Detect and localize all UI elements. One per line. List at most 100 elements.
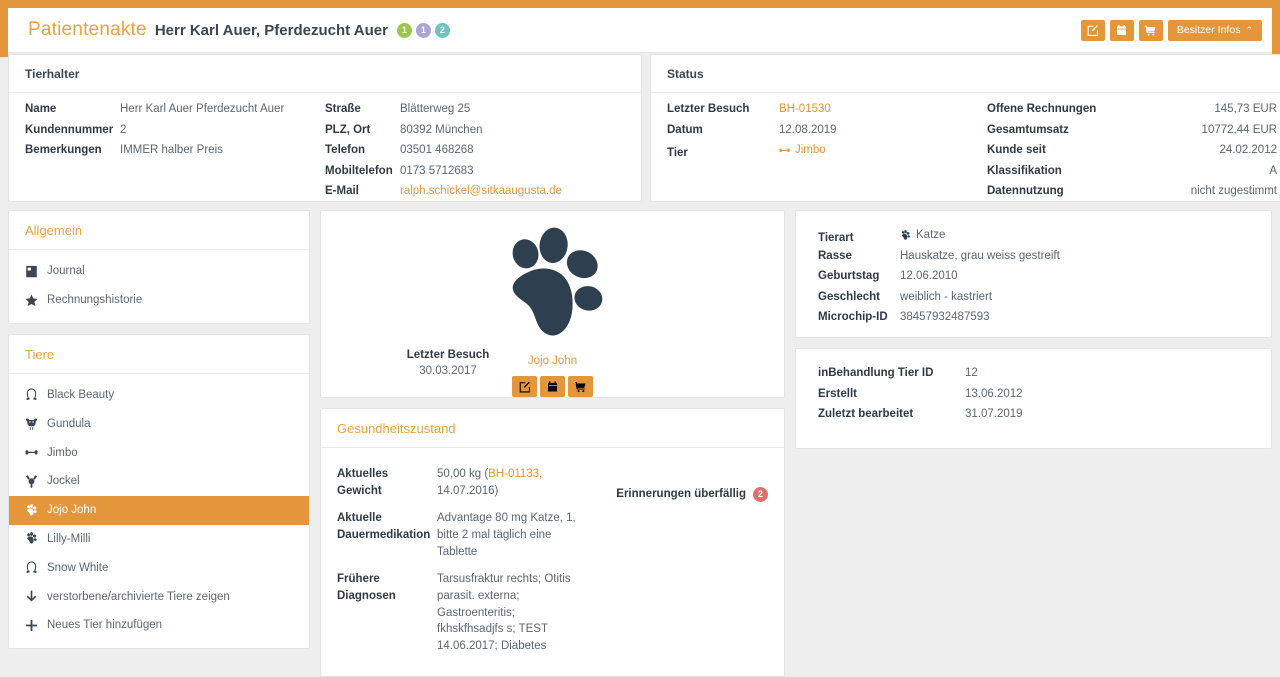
sidebar-item-jimbo[interactable]: Jimbo bbox=[9, 438, 309, 467]
status-panel: Status Letzter Besuch BH-01530 Datum 12.… bbox=[650, 54, 1280, 202]
animal-info-card: Tierart Katze Rasse Hauskatze, grau weis… bbox=[795, 210, 1272, 338]
sidebar-item-snow-white[interactable]: Snow White bbox=[9, 553, 309, 582]
field-value: Katze bbox=[900, 229, 945, 241]
bone-icon bbox=[779, 145, 790, 156]
header-badge-group: 1 1 2 bbox=[396, 22, 450, 38]
field-label: Mobiltelefon bbox=[325, 164, 393, 177]
sidebar-item-journal[interactable]: Journal bbox=[9, 257, 309, 286]
field-value: Advantage 80 mg Katze, 1, bitte 2 mal tä… bbox=[437, 512, 576, 558]
status-badge-green[interactable]: 1 bbox=[396, 22, 412, 38]
field-value: Hauskatze, grau weiss gestreift bbox=[900, 249, 1060, 262]
sidebar-item-lilly-milli[interactable]: Lilly-Milli bbox=[9, 525, 309, 554]
sidebar-item-invoice-history[interactable]: Rechnungshistorie bbox=[9, 286, 309, 315]
pet-action-buttons bbox=[321, 376, 784, 397]
cart-icon bbox=[575, 312, 586, 462]
field-value: 2 bbox=[120, 123, 127, 136]
sidebar-item-label: Journal bbox=[47, 265, 85, 278]
animal-field-microchip: Microchip-ID 38457932487593 bbox=[818, 311, 1249, 332]
sidebar-item-jockel[interactable]: Jockel bbox=[9, 467, 309, 496]
sidebar-animals-heading: Tiere bbox=[9, 335, 309, 374]
field-value: A bbox=[1269, 164, 1277, 177]
top-accent-bar bbox=[0, 0, 1280, 8]
reminders-overdue[interactable]: Erinnerungen überfällig 2 bbox=[616, 466, 768, 502]
owner-details-right: Straße Blätterweg 25 PLZ, Ort 80392 Münc… bbox=[325, 103, 625, 206]
sidebar-item-label: Jimbo bbox=[47, 446, 78, 459]
sidebar: Allgemein Journal Rechnungshistorie Tier… bbox=[8, 210, 310, 670]
status-badge-purple[interactable]: 1 bbox=[415, 22, 431, 38]
owner-info-toggle-button[interactable]: Besitzer Infos ⌃ bbox=[1167, 19, 1262, 41]
sidebar-item-label: Jojo John bbox=[47, 504, 97, 517]
animal-field-breed: Rasse Hauskatze, grau weiss gestreift bbox=[818, 250, 1249, 271]
health-fields: Aktuelles Gewicht 50,00 kg (BH-01133, 14… bbox=[337, 466, 576, 666]
field-label: Erstellt bbox=[818, 387, 857, 400]
sidebar-item-gundula[interactable]: Gundula bbox=[9, 409, 309, 438]
field-label: Datennutzung bbox=[987, 185, 1064, 197]
sidebar-animals-card: Tiere Black Beauty Gundula Jimbo Jockel … bbox=[8, 333, 310, 649]
paw-icon bbox=[25, 504, 38, 517]
sidebar-item-black-beauty[interactable]: Black Beauty bbox=[9, 381, 309, 410]
appointment-button[interactable] bbox=[1109, 19, 1134, 41]
cart-button[interactable] bbox=[1138, 19, 1163, 41]
field-label: PLZ, Ort bbox=[325, 123, 371, 136]
sidebar-general-heading: Allgemein bbox=[9, 211, 309, 250]
edit-button[interactable] bbox=[1080, 19, 1105, 41]
field-value: 0173 5712683 bbox=[400, 164, 474, 177]
sidebar-item-jojo-john[interactable]: Jojo John bbox=[9, 495, 309, 525]
sidebar-item-show-archived[interactable]: verstorbene/archivierte Tiere zeigen bbox=[9, 582, 309, 611]
field-label: Name bbox=[25, 103, 57, 115]
cart-icon bbox=[1145, 25, 1156, 36]
owner-details-left: Name Herr Karl Auer Pferdezucht Auer Kun… bbox=[25, 103, 325, 206]
horseshoe-icon bbox=[25, 561, 38, 574]
field-value: 50,00 kg (BH-01133, 14.07.2016) bbox=[437, 466, 576, 499]
edit-icon bbox=[519, 312, 530, 462]
sidebar-item-add-animal[interactable]: Neues Tier hinzufügen bbox=[9, 611, 309, 640]
animal-link[interactable]: Jimbo bbox=[779, 144, 826, 156]
status-badge-teal[interactable]: 2 bbox=[434, 22, 450, 38]
field-label: Telefon bbox=[325, 144, 366, 156]
owner-panel: Tierhalter Name Herr Karl Auer Pferdezuc… bbox=[8, 54, 642, 202]
field-value: nicht zugestimmt bbox=[1190, 185, 1277, 197]
field-value: 38457932487593 bbox=[900, 311, 990, 323]
field-label: Bemerkungen bbox=[25, 144, 102, 156]
field-value: 12 bbox=[965, 367, 978, 379]
pet-edit-button[interactable] bbox=[512, 376, 537, 397]
sidebar-general-card: Allgemein Journal Rechnungshistorie bbox=[8, 210, 310, 324]
last-visit-label: Letzter Besuch bbox=[406, 349, 490, 361]
field-label: Geburtstag bbox=[818, 270, 880, 282]
field-label: Datum bbox=[667, 123, 703, 136]
summary-panels: Tierhalter Name Herr Karl Auer Pferdezuc… bbox=[8, 54, 1280, 202]
treatment-field-animal-id: inBehandlung Tier ID 12 bbox=[818, 367, 1249, 388]
owner-field-city: PLZ, Ort 80392 München bbox=[325, 124, 625, 145]
email-link[interactable]: ralph.schickel@sitkaaugusta.de bbox=[400, 185, 562, 197]
owner-info-label: Besitzer Infos bbox=[1176, 24, 1241, 36]
status-field-date: Datum 12.08.2019 bbox=[667, 124, 977, 145]
pet-cart-button[interactable] bbox=[568, 376, 593, 397]
owner-field-mobile: Mobiltelefon 0173 5712683 bbox=[325, 165, 625, 186]
sidebar-item-label: Black Beauty bbox=[47, 388, 115, 401]
header-actions: Besitzer Infos ⌃ bbox=[1080, 19, 1262, 41]
right-accent-bar bbox=[1272, 0, 1280, 57]
field-label: E-Mail bbox=[325, 185, 359, 197]
animal-link-label: Jimbo bbox=[795, 144, 826, 156]
chevron-up-icon: ⌃ bbox=[1245, 24, 1253, 35]
field-value: Blätterweg 25 bbox=[400, 103, 471, 115]
page-subtitle: Herr Karl Auer, Pferdezucht Auer bbox=[154, 21, 388, 39]
edit-icon bbox=[1087, 25, 1098, 36]
status-field-last-visit: Letzter Besuch BH-01530 bbox=[667, 103, 977, 124]
field-value: 145,73 EUR bbox=[1214, 103, 1277, 115]
field-value: 10772,44 EUR bbox=[1201, 123, 1277, 136]
field-value: 03501 468268 bbox=[400, 144, 474, 156]
weight-invoice-link[interactable]: BH-01133 bbox=[488, 468, 539, 480]
pet-appointment-button[interactable] bbox=[540, 376, 565, 397]
reminders-count-badge: 2 bbox=[753, 486, 768, 502]
status-field-data-usage: Datennutzung nicht zugestimmt bbox=[987, 185, 1280, 206]
last-visit-link[interactable]: BH-01530 bbox=[779, 103, 831, 115]
field-label: Rasse bbox=[818, 249, 852, 262]
treatment-info-card: inBehandlung Tier ID 12 Erstellt 13.06.2… bbox=[795, 348, 1272, 449]
patient-record-page: Patientenakte Herr Karl Auer, Pferdezuch… bbox=[0, 0, 1280, 677]
field-label: Offene Rechnungen bbox=[987, 103, 1097, 115]
bird-icon bbox=[25, 475, 38, 488]
status-details-right: Offene Rechnungen 145,73 EUR Gesamtumsat… bbox=[987, 103, 1280, 206]
horseshoe-icon bbox=[25, 388, 38, 401]
health-field-medication: Aktuelle Dauermedikation Advantage 80 mg… bbox=[337, 510, 576, 560]
